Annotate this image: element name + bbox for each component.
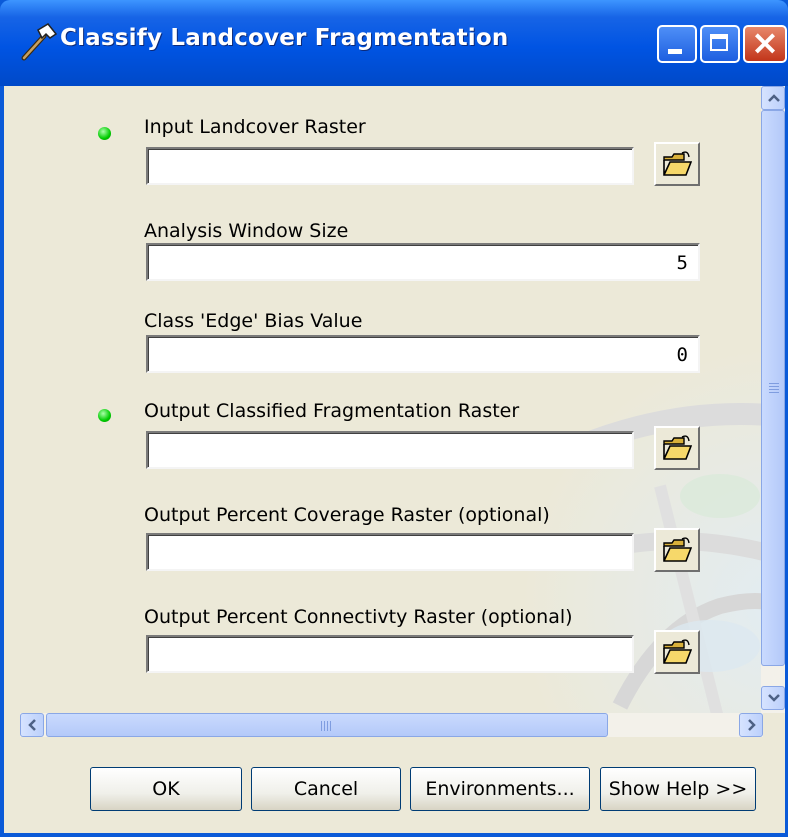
required-indicator <box>98 409 111 422</box>
browse-button[interactable] <box>654 630 700 674</box>
chevron-right-icon <box>748 719 756 731</box>
title-bar[interactable]: Classify Landcover Fragmentation × <box>0 0 788 86</box>
browse-button[interactable] <box>654 142 700 186</box>
horizontal-scrollbar[interactable] <box>20 713 763 737</box>
environments-button[interactable]: Environments... <box>410 767 590 811</box>
browse-button[interactable] <box>654 528 700 572</box>
vertical-scroll-thumb[interactable] <box>761 110 785 666</box>
scroll-up-button[interactable] <box>761 86 785 110</box>
field-label: Class 'Edge' Bias Value <box>144 310 363 332</box>
class-edge-bias-value-field[interactable]: 0 <box>146 335 700 373</box>
close-button[interactable]: × <box>743 23 787 63</box>
chevron-up-icon <box>768 94 780 102</box>
minimize-button[interactable] <box>657 25 697 63</box>
open-folder-icon <box>663 151 692 176</box>
ok-button[interactable]: OK <box>90 767 242 811</box>
output-classified-fragmentation-raster-field[interactable] <box>146 431 634 469</box>
required-indicator <box>98 127 111 140</box>
hammer-icon <box>21 23 58 61</box>
scroll-left-button[interactable] <box>20 713 44 737</box>
show-help-button[interactable]: Show Help >> <box>600 767 756 811</box>
chevron-left-icon <box>28 719 36 731</box>
browse-button[interactable] <box>654 426 700 470</box>
open-folder-icon <box>663 537 692 562</box>
window-title: Classify Landcover Fragmentation <box>60 25 509 51</box>
close-icon: × <box>750 23 780 63</box>
horizontal-scroll-thumb[interactable] <box>46 713 608 737</box>
maximize-button[interactable] <box>700 25 740 63</box>
field-label: Output Classified Fragmentation Raster <box>144 400 520 422</box>
parameters-panel: Input Landcover Raster Analysis Window S… <box>20 86 763 713</box>
vertical-scrollbar[interactable] <box>761 86 785 713</box>
chevron-down-icon <box>768 694 780 702</box>
field-label: Output Percent Coverage Raster (optional… <box>144 504 550 526</box>
field-value: 5 <box>676 252 688 274</box>
input-landcover-raster-field[interactable] <box>146 147 634 185</box>
field-label: Input Landcover Raster <box>144 116 366 138</box>
field-value: 0 <box>676 344 688 366</box>
field-label: Output Percent Connectivty Raster (optio… <box>144 606 573 628</box>
dialog-window: Classify Landcover Fragmentation × Input… <box>0 0 788 837</box>
open-folder-icon <box>663 639 692 664</box>
dialog-body: Input Landcover Raster Analysis Window S… <box>4 86 785 833</box>
output-percent-connectivity-raster-field[interactable] <box>146 635 634 673</box>
open-folder-icon <box>663 435 692 460</box>
cancel-button[interactable]: Cancel <box>251 767 401 811</box>
output-percent-coverage-raster-field[interactable] <box>146 533 634 571</box>
scroll-right-button[interactable] <box>739 713 763 737</box>
analysis-window-size-field[interactable]: 5 <box>146 243 700 281</box>
field-label: Analysis Window Size <box>144 220 349 242</box>
scroll-down-button[interactable] <box>761 686 785 710</box>
